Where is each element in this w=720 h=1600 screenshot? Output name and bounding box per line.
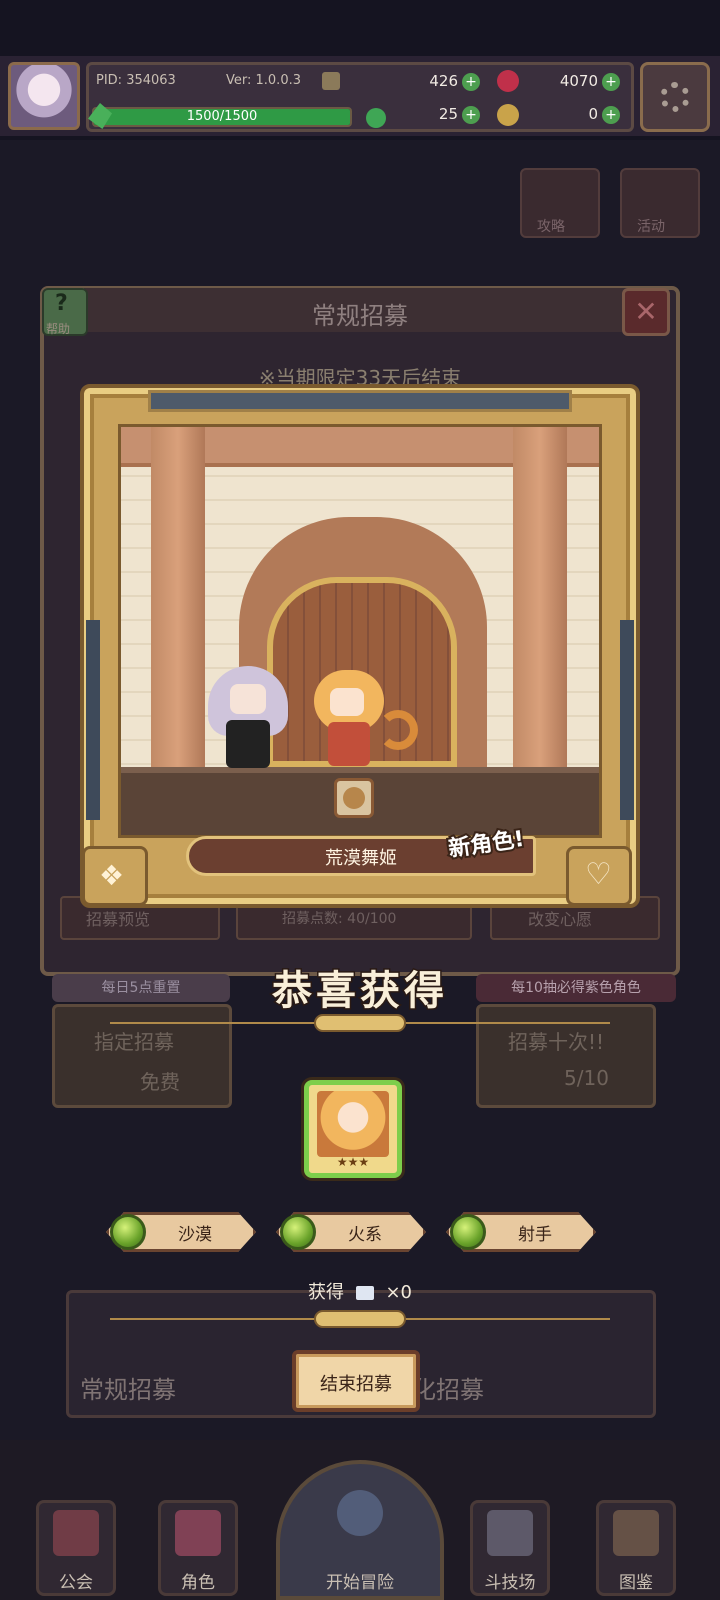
recruit-ten-count: 5/10 xyxy=(564,1066,609,1090)
frame-right-bar xyxy=(620,620,634,820)
free-label: 免费 xyxy=(140,1070,180,1094)
trait-label: 火系 xyxy=(348,1225,382,1245)
nav-codex-label: 图鉴 xyxy=(619,1573,653,1593)
frame-top-bar xyxy=(148,390,572,412)
nav-characters-label: 角色 xyxy=(181,1573,215,1593)
close-button[interactable]: ✕ xyxy=(622,288,670,336)
version-label: Ver: 1.0.0.3 xyxy=(226,73,301,88)
points-label: 招募点数: 40/100 xyxy=(282,911,397,927)
player-avatar[interactable] xyxy=(8,62,80,130)
emblem-icon xyxy=(334,778,374,818)
currency-clover-value: 25 xyxy=(438,105,458,123)
sprite-body xyxy=(226,720,270,768)
energy-bar: 1500/1500 xyxy=(92,107,352,127)
sprite-tail xyxy=(378,710,418,750)
end-recruit-label: 结束招募 xyxy=(320,1374,392,1395)
banner-left-label: 常规招募 xyxy=(80,1376,176,1404)
nav-arena-label: 斗技场 xyxy=(484,1573,536,1593)
character-sprite-desert-dancer xyxy=(308,670,418,770)
recruit-title: 常规招募 xyxy=(312,302,408,330)
paw-icon: ❖ xyxy=(99,859,125,892)
gem-icon xyxy=(450,1214,486,1250)
sprite-face xyxy=(230,684,266,714)
currency-gems-value: 426 xyxy=(429,72,458,90)
banner-right-label: 化招募 xyxy=(412,1376,484,1404)
obtain-label: 获得 xyxy=(307,1282,344,1303)
character-portrait xyxy=(317,1091,389,1157)
key-icon xyxy=(497,104,519,126)
crossed-swords-icon xyxy=(487,1510,533,1556)
stage-pillar-left xyxy=(151,427,205,777)
gem-icon xyxy=(280,1214,316,1250)
character-sprite-silver xyxy=(202,666,292,770)
reward-character-card[interactable]: ★★★ xyxy=(304,1080,402,1178)
currency-ruby-value: 4070 xyxy=(559,72,598,90)
book-icon xyxy=(613,1510,659,1556)
ticket-icon xyxy=(355,1286,374,1300)
nav-guild-label: 公会 xyxy=(59,1573,93,1593)
currency-key-value: 0 xyxy=(588,105,598,123)
add-key-button[interactable]: + xyxy=(602,106,620,124)
notice-icon[interactable] xyxy=(322,72,340,90)
sprite-face xyxy=(330,688,364,716)
change-wish-label: 改变心愿 xyxy=(528,910,593,929)
help-label: 帮助 xyxy=(46,322,71,336)
player-id: PID: 354063 xyxy=(96,73,176,88)
preview-label: 招募预览 xyxy=(86,910,151,929)
trait-label: 沙漠 xyxy=(178,1225,212,1245)
question-icon: ? xyxy=(55,291,68,316)
end-recruit-button[interactable]: 结束招募 xyxy=(292,1350,420,1412)
character-icon xyxy=(175,1510,221,1556)
gem-icon xyxy=(110,1214,146,1250)
strategy-label: 攻略 xyxy=(537,219,565,235)
obtain-count: ×0 xyxy=(385,1282,412,1303)
frame-left-bar xyxy=(86,620,100,820)
event-label: 活动 xyxy=(637,219,665,235)
divider-ornament xyxy=(314,1310,406,1328)
trait-label: 射手 xyxy=(518,1225,552,1245)
add-ruby-button[interactable]: + xyxy=(602,73,620,91)
energy-value: 1500/1500 xyxy=(186,109,258,124)
rarity-stars: ★★★ xyxy=(336,1155,370,1169)
gear-icon xyxy=(660,82,690,112)
clover-icon xyxy=(366,108,386,128)
add-gems-button[interactable]: + xyxy=(462,73,480,91)
close-icon: ✕ xyxy=(634,295,658,328)
obtain-line: 获得 ×0 xyxy=(0,1278,720,1304)
paw-button[interactable]: ❖ xyxy=(82,846,148,906)
divider-ornament xyxy=(314,1014,406,1032)
settings-button[interactable] xyxy=(640,62,710,132)
guild-icon xyxy=(53,1510,99,1556)
emblem-core xyxy=(343,787,365,809)
nav-start-label: 开始冒险 xyxy=(326,1573,394,1593)
recruit-ten-label: 招募十次!! xyxy=(508,1030,605,1054)
stage-scene xyxy=(118,424,602,838)
magnifier-icon xyxy=(337,1490,383,1536)
heart-icon: ♡ xyxy=(585,857,612,892)
recruit-ten-button[interactable] xyxy=(476,1004,656,1108)
stage-pillar-right xyxy=(513,427,567,777)
favor-button[interactable]: ♡ xyxy=(566,846,632,906)
add-clover-button[interactable]: + xyxy=(462,106,480,124)
ruby-icon xyxy=(497,70,519,92)
congrats-title: 恭喜获得 xyxy=(271,967,448,1016)
designated-recruit-label: 指定招募 xyxy=(94,1030,174,1054)
sprite-body xyxy=(328,722,370,766)
